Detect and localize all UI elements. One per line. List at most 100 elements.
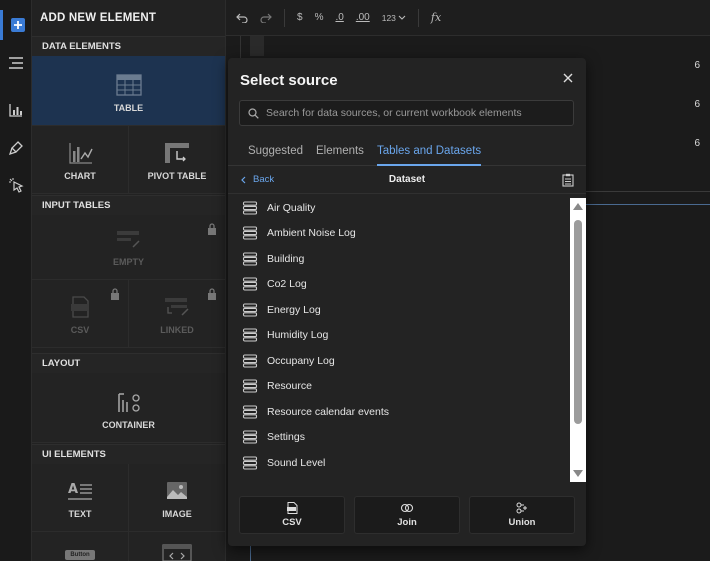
csv-tile-label: CSV [70, 325, 90, 335]
currency-format-button[interactable]: $ [297, 12, 303, 23]
dataset-list-item[interactable]: Co2 Log [228, 272, 568, 298]
dataset-name: Humidity Log [267, 329, 329, 342]
list-scrollbar[interactable] [570, 198, 586, 482]
grid-cell-value: 6 [694, 99, 700, 110]
add-element-icon[interactable] [0, 10, 32, 40]
empty-tile-label: EMPTY [112, 257, 144, 267]
linked-input-tile[interactable]: LINKED [129, 280, 225, 348]
container-tile-label: CONTAINER [102, 420, 155, 430]
container-tile[interactable]: CONTAINER [32, 373, 225, 443]
button-tile[interactable]: Button [32, 532, 129, 561]
container-icon [117, 393, 140, 412]
lock-icon [111, 288, 119, 300]
tab-elements[interactable]: Elements [316, 138, 364, 166]
union-icon [516, 502, 527, 514]
dataset-name: Air Quality [267, 201, 316, 214]
outline-icon[interactable] [0, 48, 32, 78]
dataset-icon [242, 456, 258, 470]
table-tile-label: TABLE [113, 103, 144, 113]
csv-button-label: CSV [282, 517, 302, 528]
dataset-list-item[interactable]: Humidity Log [228, 323, 568, 349]
redo-icon[interactable] [260, 13, 272, 23]
tab-suggested[interactable]: Suggested [248, 138, 303, 166]
dataset-list-item[interactable]: Building [228, 246, 568, 272]
dataset-name: Occupany Log [267, 354, 335, 367]
back-label: Back [253, 174, 275, 185]
dataset-icon [242, 226, 258, 240]
section-input-tables: INPUT TABLES [32, 195, 225, 215]
chevron-left-icon [241, 176, 246, 183]
number-format-dropdown[interactable]: 123 [382, 13, 406, 23]
dataset-icon [242, 277, 258, 291]
dataset-list: Air Quality Ambient Noise Log Building Co2 … [228, 195, 568, 483]
dataset-list-item[interactable]: Resource [228, 374, 568, 400]
cell-cursor [250, 546, 251, 561]
undo-icon[interactable] [236, 13, 248, 23]
csv-file-icon [71, 296, 89, 318]
scroll-up-arrow[interactable] [573, 203, 583, 210]
percent-format-button[interactable]: % [315, 12, 324, 23]
embed-code-icon [162, 544, 192, 561]
grid-cell-value: 6 [694, 60, 700, 71]
chevron-down-icon [398, 15, 406, 20]
scroll-thumb[interactable] [574, 220, 582, 424]
button-preview: Button [65, 550, 95, 560]
toolbar-divider [284, 8, 285, 27]
dataset-list-item[interactable]: Occupany Log [228, 348, 568, 374]
source-search-box[interactable] [239, 100, 574, 126]
image-tile-label: IMAGE [162, 509, 192, 519]
csv-upload-button[interactable]: CSV [239, 496, 345, 534]
text-tile[interactable]: A TEXT [32, 464, 129, 532]
lock-icon [208, 223, 216, 235]
pivot-table-tile[interactable]: PIVOT TABLE [129, 126, 225, 194]
dataset-icon [242, 405, 258, 419]
back-button[interactable]: Back [240, 174, 274, 185]
dataset-list-item[interactable]: Air Quality [228, 195, 568, 221]
join-button[interactable]: Join [354, 496, 460, 534]
text-icon: A [68, 482, 92, 500]
table-tile[interactable]: TABLE [32, 56, 225, 126]
table-icon [115, 74, 142, 96]
grid-cell-value: 6 [694, 138, 700, 149]
csv-icon [287, 502, 298, 514]
dataset-list-item[interactable]: Sound Level [228, 450, 568, 476]
empty-table-icon [116, 231, 140, 248]
pivot-table-tile-label: PIVOT TABLE [147, 171, 207, 181]
dataset-list-item[interactable]: Resource calendar events [228, 399, 568, 425]
close-icon[interactable] [562, 72, 574, 84]
panel-title: ADD NEW ELEMENT [40, 12, 157, 24]
tab-tables-and-datasets[interactable]: Tables and Datasets [376, 138, 482, 166]
lock-icon [208, 288, 216, 300]
dataset-icon [242, 379, 258, 393]
dataset-name: Energy Log [267, 303, 321, 316]
empty-input-tile[interactable]: EMPTY [32, 215, 225, 280]
clipboard-icon[interactable] [562, 173, 574, 187]
dataset-list-item[interactable]: Ambient Noise Log [228, 221, 568, 247]
dataset-title: Dataset [388, 174, 426, 185]
scroll-down-arrow[interactable] [573, 470, 583, 477]
decrease-decimals-button[interactable]: .0 [335, 12, 343, 23]
chart-icon[interactable] [0, 95, 32, 125]
pivot-table-icon [165, 143, 189, 163]
dialog-title: Select source [240, 72, 338, 89]
union-button[interactable]: Union [469, 496, 575, 534]
number-format-label: 123 [381, 12, 396, 23]
dataset-icon [242, 430, 258, 444]
csv-input-tile[interactable]: CSV [32, 280, 129, 348]
image-tile[interactable]: IMAGE [129, 464, 225, 532]
source-tabs: Suggested Elements Tables and Datasets [228, 138, 586, 166]
increase-decimals-button[interactable]: .00 [356, 12, 370, 23]
dataset-icon [242, 201, 258, 215]
toolbar-divider [417, 8, 419, 27]
search-input[interactable] [266, 107, 566, 119]
embed-tile[interactable] [129, 532, 225, 561]
dataset-list-item[interactable]: Energy Log [228, 297, 568, 323]
linked-table-icon [165, 298, 189, 316]
chart-tile[interactable]: CHART [32, 126, 129, 194]
dataset-icon [242, 328, 258, 342]
brush-icon[interactable] [0, 133, 32, 163]
select-cursor-icon[interactable] [0, 170, 32, 200]
formula-fx-icon[interactable]: fx [431, 11, 441, 24]
join-icon [400, 503, 414, 513]
dataset-list-item[interactable]: Settings [228, 425, 568, 451]
